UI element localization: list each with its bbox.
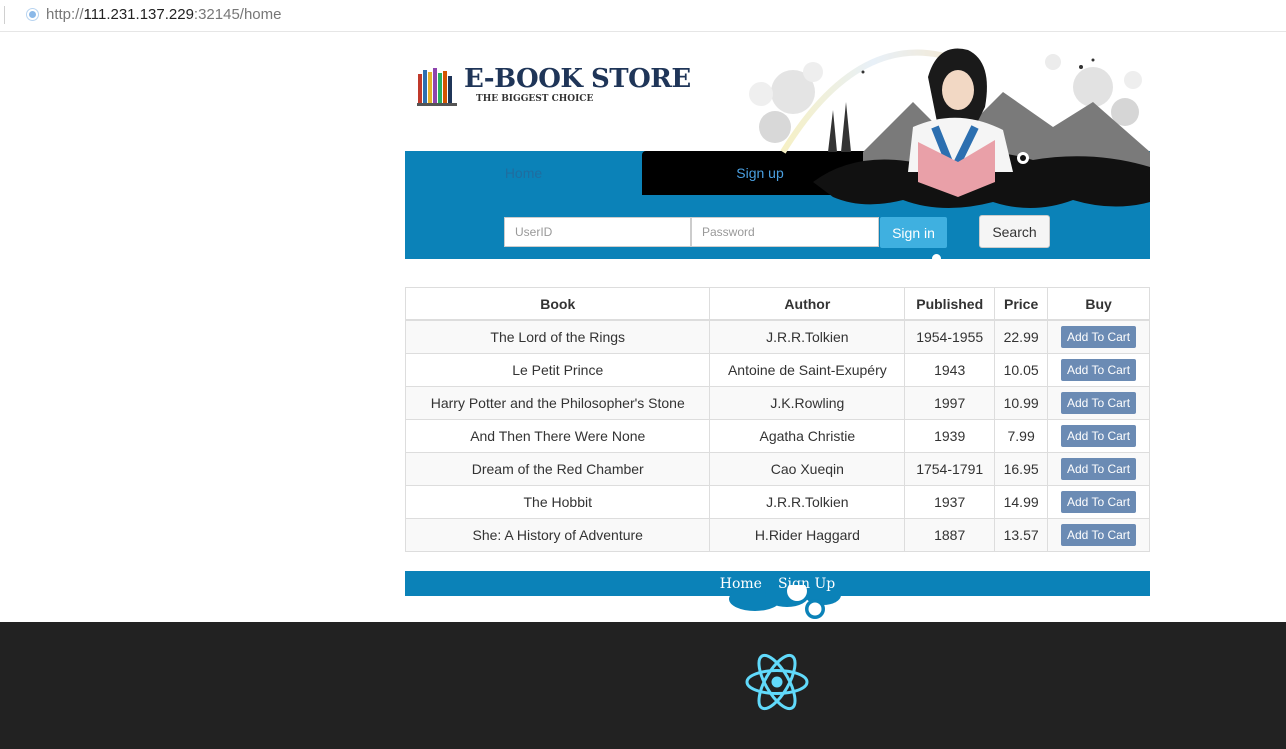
header-book: Book: [404, 287, 711, 321]
cell-author: J.R.R.Tolkien: [709, 319, 906, 354]
store-subtitle: THE BIGGEST CHOICE: [476, 94, 594, 104]
cell-price: 7.99: [994, 419, 1049, 453]
add-to-cart-button[interactable]: Add To Cart: [1060, 392, 1137, 414]
cell-author: Agatha Christie: [709, 419, 906, 453]
add-to-cart-button[interactable]: Add To Cart: [1060, 326, 1137, 348]
header-published: Published: [904, 287, 996, 321]
password-input[interactable]: [691, 217, 879, 247]
cell-published: 1887: [904, 518, 996, 552]
table-row: She: A History of Adventure H.Rider Hagg…: [404, 518, 1150, 552]
url-scheme: http://: [46, 6, 84, 23]
add-to-cart-button[interactable]: Add To Cart: [1060, 491, 1137, 513]
cell-author: H.Rider Haggard: [709, 518, 906, 552]
globe-icon: [26, 8, 39, 21]
cell-book: Le Petit Prince: [404, 353, 711, 387]
cell-book: Harry Potter and the Philosopher's Stone: [404, 386, 711, 420]
url-text[interactable]: http://111.231.137.229:32145/home: [46, 6, 282, 23]
cell-book: Dream of the Red Chamber: [404, 452, 711, 486]
books-table: Book Author Published Price Buy The Lord…: [404, 287, 1150, 552]
cell-book: The Lord of the Rings: [404, 319, 711, 354]
cell-published: 1997: [904, 386, 996, 420]
cell-buy: Add To Cart: [1047, 419, 1150, 453]
cell-book: She: A History of Adventure: [404, 518, 711, 552]
table-row: Harry Potter and the Philosopher's Stone…: [404, 386, 1150, 420]
react-logo-icon: [745, 653, 809, 711]
footer-links: Home Sign Up: [405, 571, 1150, 596]
search-button[interactable]: Search: [979, 215, 1050, 248]
tab-home[interactable]: Home: [405, 151, 642, 195]
cell-buy: Add To Cart: [1047, 452, 1150, 486]
table-row: Dream of the Red Chamber Cao Xueqin 1754…: [404, 452, 1150, 486]
dev-bar: [0, 622, 1286, 749]
cell-book: And Then There Were None: [404, 419, 711, 453]
header-author: Author: [709, 287, 906, 321]
header-price: Price: [994, 287, 1049, 321]
cell-author: J.R.R.Tolkien: [709, 485, 906, 519]
cell-price: 10.05: [994, 353, 1049, 387]
add-to-cart-button[interactable]: Add To Cart: [1060, 425, 1137, 447]
books-logo-icon: [417, 68, 457, 106]
add-to-cart-button[interactable]: Add To Cart: [1060, 524, 1137, 546]
cell-price: 16.95: [994, 452, 1049, 486]
cell-author: J.K.Rowling: [709, 386, 906, 420]
table-row: Le Petit Prince Antoine de Saint-Exupéry…: [404, 353, 1150, 387]
cell-author: Antoine de Saint-Exupéry: [709, 353, 906, 387]
footer-link-home[interactable]: Home: [720, 576, 762, 592]
site-footer: Home Sign Up: [405, 571, 1150, 619]
cell-published: 1954-1955: [904, 319, 996, 354]
cell-book: The Hobbit: [404, 485, 711, 519]
cell-published: 1937: [904, 485, 996, 519]
cell-buy: Add To Cart: [1047, 386, 1150, 420]
cell-price: 13.57: [994, 518, 1049, 552]
cell-price: 14.99: [994, 485, 1049, 519]
cell-author: Cao Xueqin: [709, 452, 906, 486]
url-path: :32145/home: [193, 6, 282, 23]
cell-published: 1754-1791: [904, 452, 996, 486]
url-host: 111.231.137.229: [83, 6, 194, 23]
cell-buy: Add To Cart: [1047, 319, 1150, 354]
cell-published: 1939: [904, 419, 996, 453]
site-header: E-BOOK STORE THE BIGGEST CHOICE: [405, 32, 1150, 209]
userid-input[interactable]: [504, 217, 691, 247]
add-to-cart-button[interactable]: Add To Cart: [1060, 458, 1137, 480]
reading-girl-illustration: [749, 48, 1150, 209]
cell-buy: Add To Cart: [1047, 485, 1150, 519]
footer-link-signup[interactable]: Sign Up: [778, 576, 835, 592]
header-buy: Buy: [1047, 287, 1150, 321]
cell-price: 22.99: [994, 319, 1049, 354]
cell-buy: Add To Cart: [1047, 353, 1150, 387]
address-bar-edge: [4, 6, 5, 24]
store-title: E-BOOK STORE: [464, 64, 691, 94]
table-row: And Then There Were None Agatha Christie…: [404, 419, 1150, 453]
table-row: The Hobbit J.R.R.Tolkien 1937 14.99 Add …: [404, 485, 1150, 519]
cell-price: 10.99: [994, 386, 1049, 420]
cell-buy: Add To Cart: [1047, 518, 1150, 552]
table-header-row: Book Author Published Price Buy: [404, 287, 1150, 321]
add-to-cart-button[interactable]: Add To Cart: [1060, 359, 1137, 381]
table-row: The Lord of the Rings J.R.R.Tolkien 1954…: [404, 319, 1150, 354]
signin-button[interactable]: Sign in: [880, 217, 947, 248]
browser-address-bar[interactable]: http://111.231.137.229:32145/home: [0, 0, 1286, 32]
cell-published: 1943: [904, 353, 996, 387]
decorative-dot: [932, 254, 941, 263]
